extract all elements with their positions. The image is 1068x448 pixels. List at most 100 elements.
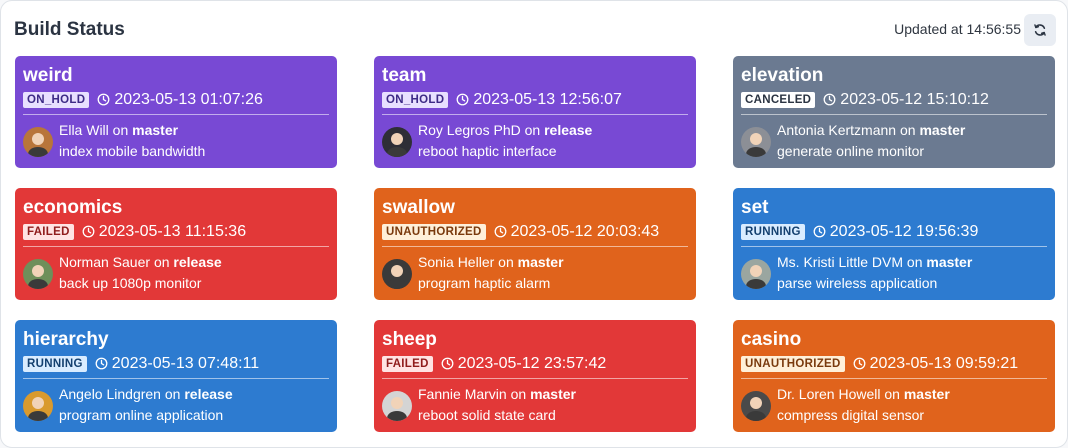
card-divider [741,378,1047,379]
build-name: team [382,65,427,86]
build-status-panel: Build Status Updated at 14:56:55 weird O… [0,0,1068,448]
build-grid: weird ON_HOLD 2023-05-13 01:07:26 Ella W… [15,56,1055,432]
on-word: on [153,254,170,270]
author-name: Norman Sauer [59,254,151,270]
build-timestamp: 2023-05-12 19:56:39 [829,223,979,240]
commit-author-line: Angelo Lindgren on release [59,384,233,405]
commit-message: program haptic alarm [418,275,551,291]
build-name: hierarchy [23,329,109,350]
card-divider [23,378,329,379]
clock-icon [494,225,507,238]
build-timestamp: 2023-05-13 01:07:26 [114,91,263,108]
build-name: swallow [382,197,455,218]
card-divider [382,246,688,247]
branch-name: master [530,386,576,402]
status-badge: ON_HOLD [23,91,90,108]
clock-icon [456,93,469,106]
card-divider [741,114,1047,115]
branch-name: release [184,386,233,402]
clock-icon [823,93,836,106]
refresh-icon [1034,24,1046,36]
status-badge: ON_HOLD [382,91,449,108]
author-name: Angelo Lindgren [59,386,161,402]
avatar [382,127,412,157]
avatar [741,127,771,157]
on-word: on [884,386,900,402]
build-name: casino [741,329,802,350]
avatar [741,259,771,289]
commit-author-line: Roy Legros PhD on release [418,120,592,141]
status-badge: FAILED [23,223,74,240]
card-divider [23,114,329,115]
build-timestamp: 2023-05-12 23:57:42 [457,355,607,372]
author-name: Fannie Marvin [418,386,507,402]
on-word: on [498,254,514,270]
build-name: set [741,197,769,218]
commit-author-line: Norman Sauer on release [59,252,222,273]
author-name: Ella Will [59,122,109,138]
on-word: on [112,122,129,138]
commit-message: compress digital sensor [777,407,925,423]
author-name: Sonia Heller [418,254,495,270]
build-name: sheep [382,329,437,350]
branch-name: master [903,386,950,402]
build-timestamp: 2023-05-13 11:15:36 [98,223,247,240]
card-divider [382,114,688,115]
refresh-button[interactable] [1024,14,1056,46]
build-card[interactable]: elevation CANCELED 2023-05-12 15:10:12 A… [733,56,1055,168]
clock-icon [97,93,110,106]
clock-icon [82,225,95,238]
commit-message: reboot haptic interface [418,143,557,159]
status-badge: FAILED [382,355,433,372]
author-name: Roy Legros PhD [418,122,521,138]
status-badge: UNAUTHORIZED [382,223,486,240]
status-badge: UNAUTHORIZED [741,355,845,372]
commit-message: reboot solid state card [418,407,556,423]
commit-message: parse wireless application [777,275,938,291]
build-card[interactable]: set RUNNING 2023-05-12 19:56:39 Ms. Kris… [733,188,1055,300]
commit-author-line: Ella Will on master [59,120,205,141]
avatar [23,127,53,157]
commit-author-line: Fannie Marvin on master [418,384,576,405]
avatar [23,391,53,421]
build-name: elevation [741,65,824,86]
author-name: Antonia Kertzmann [777,122,897,138]
commit-author-line: Sonia Heller on master [418,252,564,273]
build-card[interactable]: economics FAILED 2023-05-13 11:15:36 Nor… [15,188,337,300]
branch-name: master [132,122,179,138]
build-card[interactable]: team ON_HOLD 2023-05-13 12:56:07 Roy Leg… [374,56,696,168]
card-divider [23,246,329,247]
status-badge: CANCELED [741,91,816,108]
branch-name: master [919,122,966,138]
branch-name: release [173,254,222,270]
build-card[interactable]: casino UNAUTHORIZED 2023-05-13 09:59:21 … [733,320,1055,432]
on-word: on [510,386,527,402]
build-timestamp: 2023-05-13 07:48:11 [111,355,260,372]
clock-icon [853,357,866,370]
avatar [382,259,412,289]
avatar [382,391,412,421]
build-timestamp: 2023-05-13 09:59:21 [869,355,1019,372]
build-card[interactable]: sheep FAILED 2023-05-12 23:57:42 Fannie … [374,320,696,432]
avatar [23,259,53,289]
commit-message: back up 1080p monitor [59,275,202,291]
commit-author-line: Dr. Loren Howell on master [777,384,950,405]
branch-name: master [926,254,973,270]
clock-icon [441,357,454,370]
build-card[interactable]: hierarchy RUNNING 2023-05-13 07:48:11 An… [15,320,337,432]
status-badge: RUNNING [23,355,87,372]
on-word: on [164,386,181,402]
build-card[interactable]: weird ON_HOLD 2023-05-13 01:07:26 Ella W… [15,56,337,168]
card-divider [741,246,1047,247]
build-timestamp: 2023-05-12 15:10:12 [840,91,989,108]
commit-author-line: Ms. Kristi Little DVM on master [777,252,972,273]
commit-message: index mobile bandwidth [59,143,206,159]
card-divider [382,378,688,379]
build-timestamp: 2023-05-12 20:03:43 [510,223,660,240]
build-card[interactable]: swallow UNAUTHORIZED 2023-05-12 20:03:43… [374,188,696,300]
status-badge: RUNNING [741,223,805,240]
avatar [741,391,771,421]
build-name: weird [23,65,73,86]
branch-name: master [517,254,564,270]
clock-icon [813,225,826,238]
